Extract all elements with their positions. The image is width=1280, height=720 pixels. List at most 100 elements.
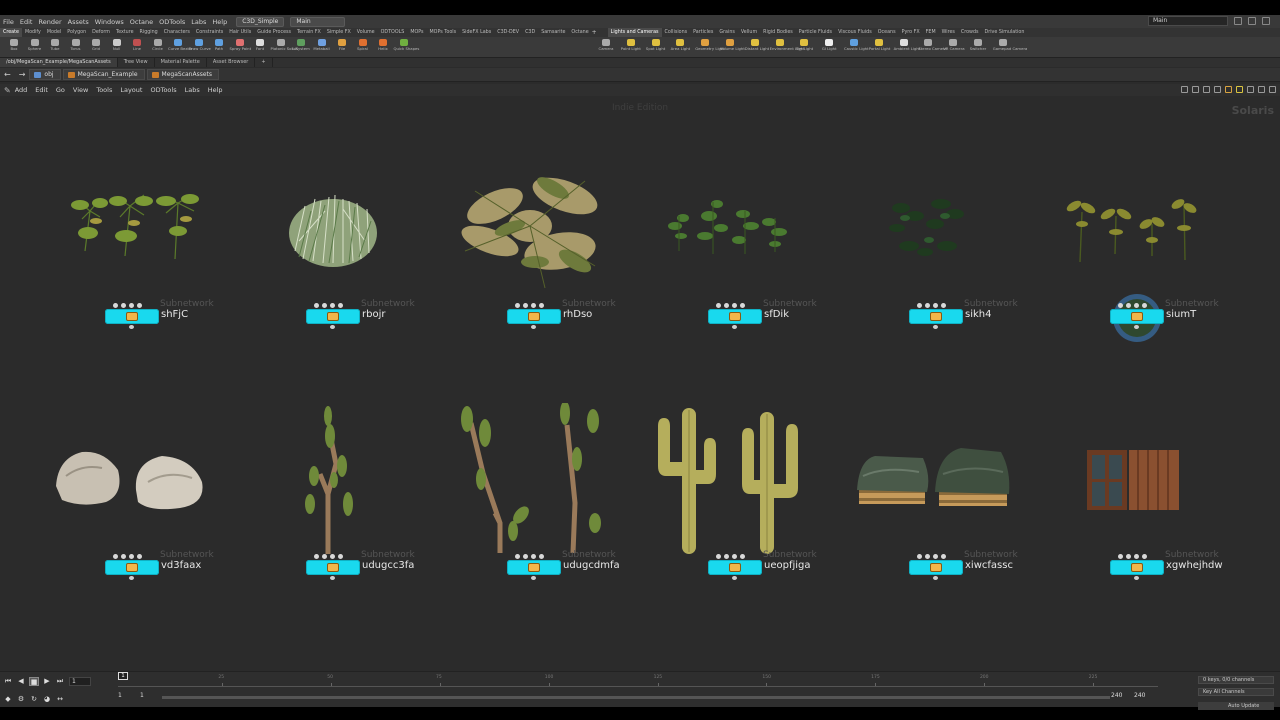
input-connector[interactable] xyxy=(515,303,520,308)
tool-metaball[interactable]: Metaball xyxy=(312,39,332,51)
tool-point-light[interactable]: Point Light xyxy=(621,39,641,51)
node-body[interactable] xyxy=(909,560,963,575)
maximize-icon[interactable] xyxy=(1248,17,1256,25)
node-name-label[interactable]: shFjC xyxy=(161,309,188,320)
tool-geometry-light[interactable]: Geometry Light xyxy=(695,39,725,51)
tool-environment-light[interactable]: Environment Light xyxy=(770,39,805,51)
net-menu-layout[interactable]: Layout xyxy=(116,86,146,94)
tool-l-system[interactable]: L-System xyxy=(291,39,311,51)
shelf-tab-sidefx-labs[interactable]: SideFX Labs xyxy=(459,28,494,37)
input-connector[interactable] xyxy=(1134,554,1139,559)
jump-start-icon[interactable]: ⏮ xyxy=(3,677,13,686)
node-inputs[interactable] xyxy=(515,554,544,559)
loop-icon[interactable]: ↻ xyxy=(29,695,39,704)
node-sfDik[interactable]: Subnetwork sfDik xyxy=(708,299,817,329)
net-menu-edit[interactable]: Edit xyxy=(31,86,52,94)
input-connector[interactable] xyxy=(121,303,126,308)
range-end-field-2[interactable]: 240 xyxy=(1134,692,1145,699)
tool-platonic-solids[interactable]: Platonic Solids xyxy=(271,39,298,51)
shelf-tab-constraints[interactable]: Constraints xyxy=(193,28,226,37)
tool-switcher[interactable]: Switcher xyxy=(968,39,988,51)
node-rbojr[interactable]: Subnetwork rbojr xyxy=(306,299,415,329)
input-connector[interactable] xyxy=(925,554,930,559)
search-icon[interactable] xyxy=(1258,86,1265,93)
tool-spot-light[interactable]: Spot Light xyxy=(646,39,666,51)
input-connector[interactable] xyxy=(933,303,938,308)
output-connector[interactable] xyxy=(531,325,536,329)
node-name-label[interactable]: vd3faax xyxy=(161,560,201,571)
shelf-tab-guide-process[interactable]: Guide Process xyxy=(254,28,294,37)
shelf-tab-model[interactable]: Model xyxy=(44,28,64,37)
node-body[interactable] xyxy=(708,309,762,324)
shelf-tab-wires[interactable]: Wires xyxy=(939,28,958,37)
minimize-icon[interactable] xyxy=(1234,17,1242,25)
input-connector[interactable] xyxy=(1134,303,1139,308)
shelf-tab-rigging[interactable]: Rigging xyxy=(137,28,161,37)
node-inputs[interactable] xyxy=(1118,554,1147,559)
play-icon[interactable]: ▶ xyxy=(42,677,52,686)
help-icon[interactable] xyxy=(1269,86,1276,93)
input-connector[interactable] xyxy=(531,303,536,308)
tool-stereo-camera[interactable]: Stereo Camera xyxy=(918,39,947,51)
net-menu-go[interactable]: Go xyxy=(52,86,69,94)
node-siumT[interactable]: Subnetwork siumT xyxy=(1110,294,1219,342)
node-body[interactable] xyxy=(306,560,360,575)
shelf-tab-collisions[interactable]: Collisions xyxy=(662,28,691,37)
input-connector[interactable] xyxy=(338,554,343,559)
shelf-tab-create[interactable]: Create xyxy=(0,28,22,37)
node-inputs[interactable] xyxy=(716,554,745,559)
net-menu-help[interactable]: Help xyxy=(204,86,227,94)
tool-file[interactable]: File xyxy=(332,39,352,51)
tool-line[interactable]: Line xyxy=(127,39,147,51)
menu-help[interactable]: Help xyxy=(209,18,230,26)
input-connector[interactable] xyxy=(1142,303,1147,308)
input-connector[interactable] xyxy=(338,303,343,308)
add-tab-icon[interactable]: + xyxy=(255,58,273,67)
folder-icon[interactable] xyxy=(1225,86,1232,93)
node-inputs[interactable] xyxy=(113,554,142,559)
range-start-field[interactable]: 1 xyxy=(118,692,122,699)
shelf-tab-fem[interactable]: FEM xyxy=(923,28,939,37)
node-inputs[interactable] xyxy=(716,303,745,308)
node-inputs[interactable] xyxy=(314,303,343,308)
menu-windows[interactable]: Windows xyxy=(92,18,127,26)
output-connector[interactable] xyxy=(330,325,335,329)
node-body[interactable] xyxy=(105,560,159,575)
tool-font[interactable]: Font xyxy=(250,39,270,51)
input-connector[interactable] xyxy=(716,554,721,559)
tool-path[interactable]: Path xyxy=(209,39,229,51)
tool-torus[interactable]: Torus xyxy=(66,39,86,51)
node-inputs[interactable] xyxy=(1118,303,1147,308)
node-xgwhejhdw[interactable]: Subnetwork xgwhejhdw xyxy=(1110,550,1223,580)
tool-circle[interactable]: Circle xyxy=(148,39,168,51)
range-start-field-2[interactable]: 1 xyxy=(140,692,144,699)
net-menu-labs[interactable]: Labs xyxy=(181,86,204,94)
input-connector[interactable] xyxy=(1126,303,1131,308)
output-connector[interactable] xyxy=(933,325,938,329)
output-connector[interactable] xyxy=(933,576,938,580)
menu-odtools[interactable]: ODTools xyxy=(156,18,188,26)
shelf-tab-characters[interactable]: Characters xyxy=(161,28,193,37)
net-menu-odtools[interactable]: ODTools xyxy=(146,86,180,94)
tool-sphere[interactable]: Sphere xyxy=(25,39,45,51)
net-menu-add[interactable]: Add xyxy=(11,86,32,94)
tab-material-palette[interactable]: Material Palette xyxy=(155,58,207,67)
breadcrumb-megascan-assets[interactable]: MegaScanAssets xyxy=(146,69,220,80)
node-inputs[interactable] xyxy=(917,303,946,308)
shelf-tab-mops-tools[interactable]: MOPs Tools xyxy=(427,28,460,37)
node-body[interactable] xyxy=(1110,560,1164,575)
grid-icon[interactable] xyxy=(1203,86,1210,93)
input-connector[interactable] xyxy=(129,554,134,559)
node-inputs[interactable] xyxy=(917,554,946,559)
node-name-label[interactable]: sikh4 xyxy=(965,309,991,320)
shelf-tab-mops[interactable]: MOPs xyxy=(407,28,426,37)
list-icon[interactable] xyxy=(1214,86,1221,93)
output-connector[interactable] xyxy=(531,576,536,580)
menu-render[interactable]: Render xyxy=(35,18,64,26)
net-menu-view[interactable]: View xyxy=(69,86,92,94)
input-connector[interactable] xyxy=(917,554,922,559)
output-connector[interactable] xyxy=(1134,325,1139,329)
menu-file[interactable]: File xyxy=(0,18,17,26)
tool-spiral[interactable]: Spiral xyxy=(353,39,373,51)
node-name-label[interactable]: sfDik xyxy=(764,309,789,320)
